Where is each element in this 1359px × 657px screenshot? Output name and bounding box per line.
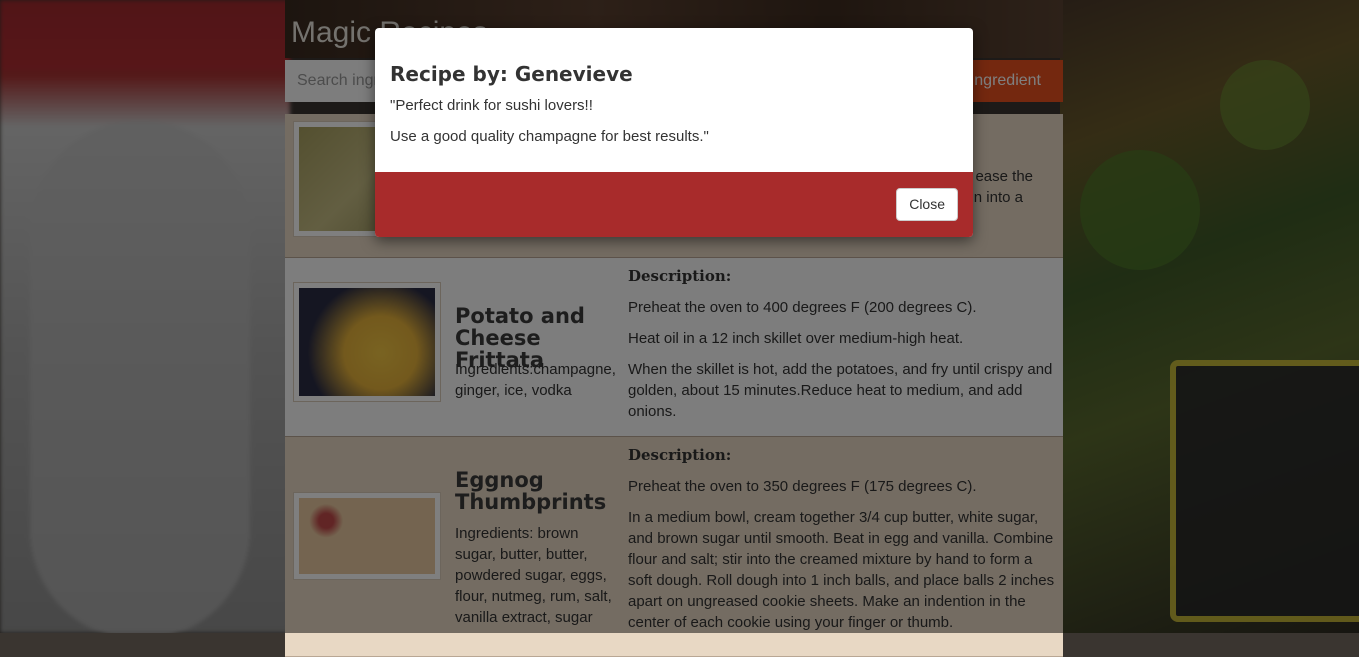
recipe-modal: Recipe by: Genevieve "Perfect drink for … <box>375 28 973 237</box>
modal-title: Recipe by: Genevieve <box>390 62 633 86</box>
modal-quote-line: Use a good quality champagne for best re… <box>390 128 709 145</box>
modal-quote-line: "Perfect drink for sushi lovers!! <box>390 97 593 114</box>
modal-footer: Close <box>375 172 973 237</box>
close-button[interactable]: Close <box>896 188 958 221</box>
